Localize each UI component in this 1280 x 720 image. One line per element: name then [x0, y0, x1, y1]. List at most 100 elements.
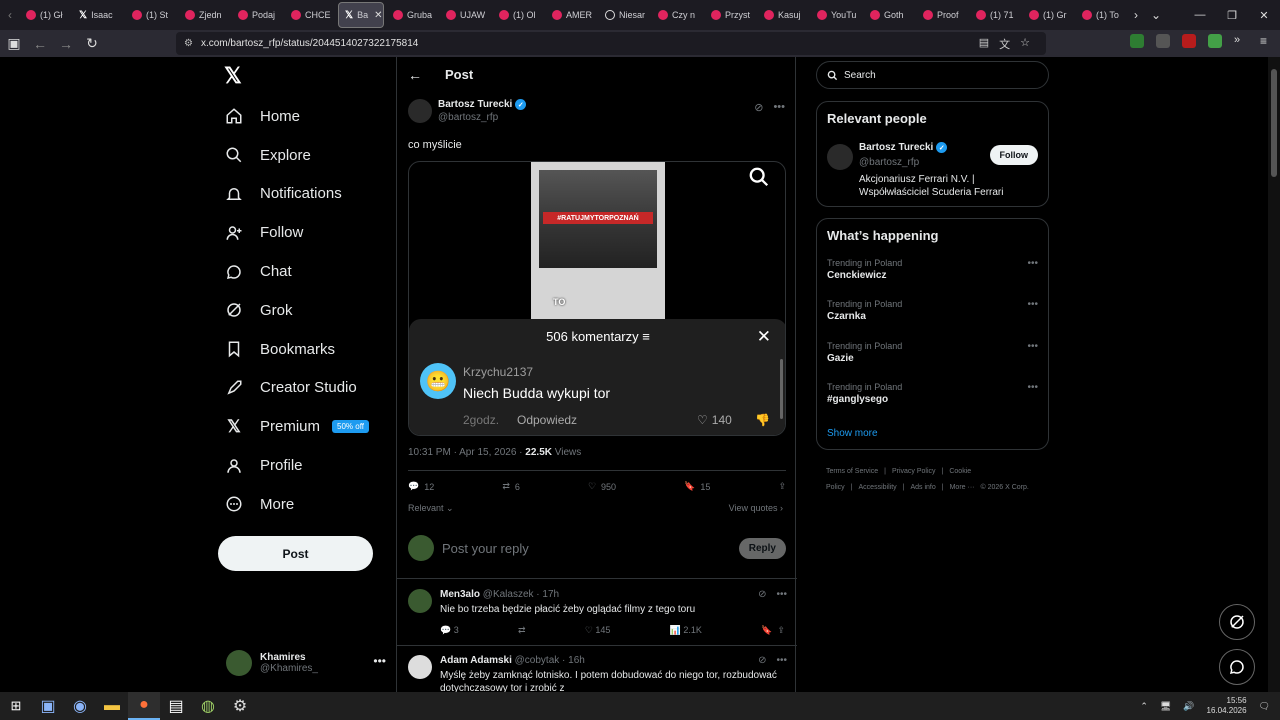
- notion-icon[interactable]: ▤: [160, 692, 192, 720]
- footer-link[interactable]: Accessibility: [859, 484, 897, 491]
- page-scrollbar[interactable]: [1268, 57, 1280, 692]
- grok-fab-icon[interactable]: [1219, 604, 1255, 640]
- back-arrow-icon[interactable]: ←: [408, 67, 422, 83]
- browser-tab[interactable]: CHCE: [285, 2, 335, 28]
- browser-tab[interactable]: Kasuj: [758, 2, 808, 28]
- back-icon[interactable]: ←: [28, 32, 52, 56]
- reader-view-icon[interactable]: ▤: [979, 36, 989, 52]
- browser-tab[interactable]: Goth: [864, 2, 914, 28]
- grok-icon[interactable]: ⊘: [758, 589, 766, 600]
- sidebar-item-grok[interactable]: Grok: [224, 291, 369, 330]
- sidebar-item-more[interactable]: More: [224, 485, 369, 524]
- browser-tab[interactable]: Niesar: [599, 2, 649, 28]
- bookmark-star-icon[interactable]: ☆: [1020, 36, 1030, 52]
- share-icon[interactable]: ⇪: [777, 625, 785, 635]
- browser-tab[interactable]: (1) Ol: [493, 2, 543, 28]
- post-timestamp[interactable]: 10:31 PM · Apr 15, 2026 ·: [408, 447, 525, 458]
- sidebar-item-bookmarks[interactable]: Bookmarks: [224, 330, 369, 369]
- person-name[interactable]: Bartosz Turecki: [859, 142, 933, 153]
- green-shield-icon[interactable]: [1208, 34, 1222, 48]
- grok-icon[interactable]: ⊘: [754, 101, 763, 114]
- tab-scroll-left-icon[interactable]: ‹: [0, 0, 20, 30]
- site-info-icon[interactable]: ⚙: [184, 38, 193, 49]
- network-icon[interactable]: 🖥: [1160, 701, 1171, 712]
- bookmark-icon[interactable]: 🔖: [761, 625, 772, 635]
- browser-tab[interactable]: 𝕏 Ba ✕: [338, 2, 384, 28]
- commenter-avatar[interactable]: 😬: [420, 363, 456, 399]
- sidebar-item-notifications[interactable]: Notifications: [224, 175, 369, 214]
- search-icon[interactable]: [748, 166, 770, 188]
- forward-icon[interactable]: →: [54, 32, 78, 56]
- person-handle[interactable]: @bartosz_rfp: [859, 157, 919, 168]
- reply-handle[interactable]: @cobytak · 16h: [515, 655, 585, 666]
- sidebar-item-premium[interactable]: 𝕏 Premium 50% off: [224, 407, 369, 446]
- url-field[interactable]: ⚙ x.com/bartosz_rfp/status/2044514027322…: [176, 32, 1046, 55]
- x-logo-icon[interactable]: 𝕏: [224, 65, 246, 87]
- post-button[interactable]: Post: [218, 536, 373, 571]
- bookmark-stat[interactable]: 🔖 15: [684, 481, 710, 492]
- reply-author-name[interactable]: Adam Adamski: [440, 655, 512, 666]
- avatar[interactable]: [408, 99, 432, 123]
- close-icon[interactable]: ✕: [757, 327, 771, 347]
- footer-link[interactable]: More ···: [950, 484, 975, 491]
- footer-link[interactable]: Privacy Policy: [892, 468, 936, 475]
- more-icon[interactable]: •••: [773, 101, 785, 114]
- browser-tab[interactable]: (1) To: [1076, 2, 1126, 28]
- browser-tab[interactable]: (1) Gr: [1023, 2, 1073, 28]
- comments-scrollbar[interactable]: [780, 359, 783, 419]
- tab-list-chevron-down-icon[interactable]: ⌄: [1146, 0, 1166, 30]
- comment-like[interactable]: ♡ 140: [697, 413, 732, 427]
- file-explorer-icon[interactable]: ▬: [96, 692, 128, 720]
- close-tab-icon[interactable]: ✕: [374, 10, 382, 21]
- sort-dropdown[interactable]: Relevant ⌄: [408, 503, 454, 514]
- browser-tab[interactable]: 𝕏 Isaac: [73, 2, 123, 28]
- overflow-menu-icon[interactable]: »: [1234, 34, 1248, 48]
- gear-icon[interactable]: ⚙: [224, 692, 256, 720]
- media-thumbnail[interactable]: #RATUJMYTORPOZNAŃ TO: [531, 162, 665, 320]
- repost-stat[interactable]: ⇄ 6: [502, 481, 520, 492]
- trend-item[interactable]: Trending in Poland Cenckiewicz •••: [827, 258, 1040, 281]
- share-icon[interactable]: ⇪: [778, 481, 786, 492]
- like-stat[interactable]: ♡ 950: [588, 481, 616, 492]
- reply-author-name[interactable]: Men3alo: [440, 589, 480, 600]
- browser-tab[interactable]: YouTu: [811, 2, 861, 28]
- shield-extension-icon[interactable]: [1130, 34, 1144, 48]
- reply-button[interactable]: Reply: [738, 537, 786, 559]
- post-media[interactable]: #RATUJMYTORPOZNAŃ TO 506 komentarzy ≡ ✕ …: [408, 161, 786, 436]
- filter-icon[interactable]: ≡: [642, 329, 650, 344]
- browser-tab[interactable]: Podaj: [232, 2, 282, 28]
- sidebar-item-follow[interactable]: Follow: [224, 213, 369, 252]
- avatar[interactable]: [827, 144, 853, 170]
- footer-link[interactable]: Ads info: [910, 484, 935, 491]
- windows-start-icon[interactable]: ⊞: [0, 692, 32, 720]
- reply-link[interactable]: Odpowiedz: [517, 413, 577, 427]
- sidebar-toggle-icon[interactable]: ▣: [2, 32, 26, 56]
- steam-icon[interactable]: ◉: [64, 692, 96, 720]
- search-input[interactable]: Search: [816, 61, 1049, 89]
- like-stat[interactable]: ♡ 145: [585, 625, 611, 636]
- reply-stat[interactable]: 💬 12: [408, 481, 434, 492]
- reply-handle[interactable]: @Kalaszek · 17h: [483, 589, 559, 600]
- volume-icon[interactable]: 🔊: [1183, 701, 1194, 712]
- reload-icon[interactable]: ↻: [80, 32, 104, 56]
- notifications-icon[interactable]: 🗨: [1259, 701, 1270, 712]
- browser-tab[interactable]: UJAW: [440, 2, 490, 28]
- clock[interactable]: 15:56 16.04.2026: [1207, 696, 1247, 716]
- avatar[interactable]: [408, 655, 432, 679]
- browser-tab[interactable]: Czy n: [652, 2, 702, 28]
- browser-tab[interactable]: Gruba: [387, 2, 437, 28]
- translate-icon[interactable]: 文: [999, 36, 1010, 52]
- tray-overflow-icon[interactable]: ⌃: [1140, 701, 1148, 712]
- grok-icon[interactable]: ⊘: [758, 655, 766, 666]
- browser-tab[interactable]: Zjedn: [179, 2, 229, 28]
- avatar[interactable]: [408, 589, 432, 613]
- hamburger-menu-icon[interactable]: ≡: [1260, 34, 1274, 48]
- sidebar-item-home[interactable]: Home: [224, 97, 369, 136]
- heart-icon[interactable]: ♡: [697, 413, 708, 427]
- reply-input[interactable]: Post your reply: [442, 541, 739, 556]
- minimize-icon[interactable]: —: [1184, 0, 1216, 30]
- footer-link[interactable]: Terms of Service: [826, 468, 878, 475]
- repost-stat[interactable]: ⇄: [518, 625, 526, 636]
- close-window-icon[interactable]: ✕: [1248, 0, 1280, 30]
- more-icon[interactable]: •••: [1027, 382, 1038, 393]
